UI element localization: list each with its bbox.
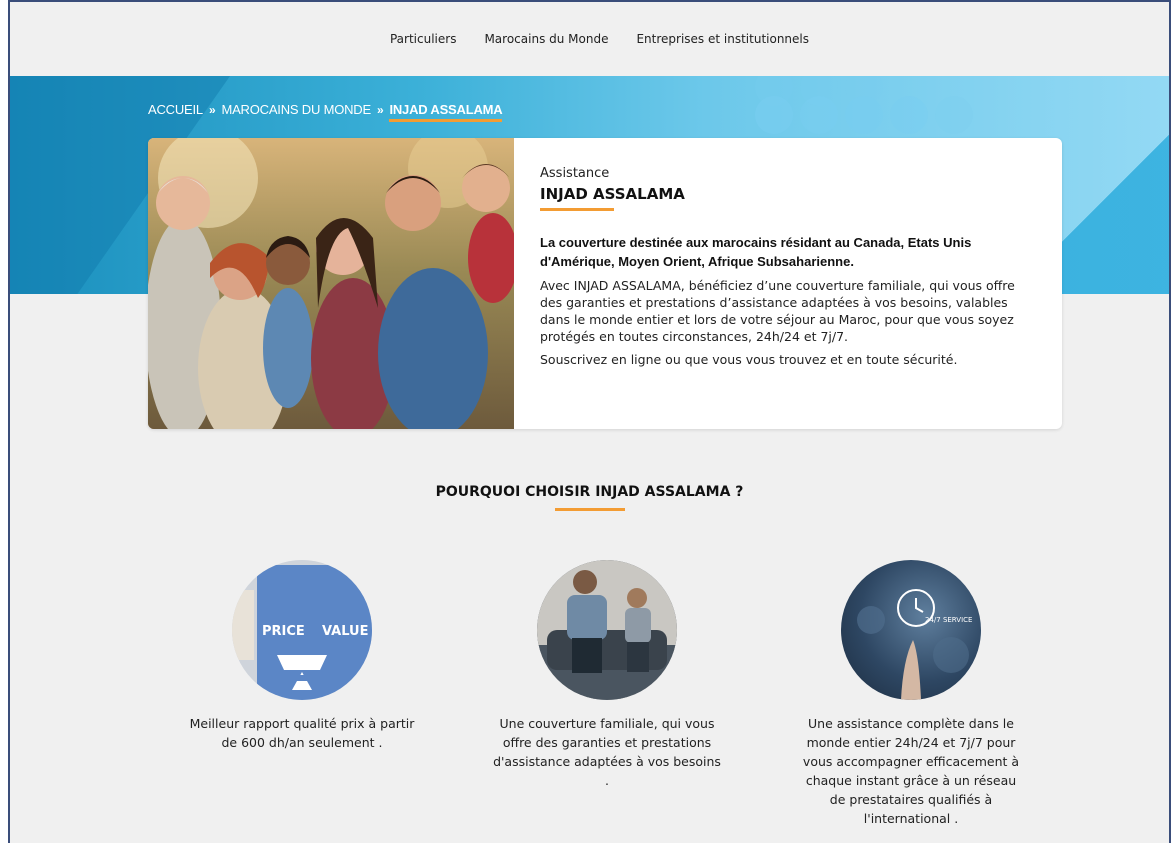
product-lead: La couverture destinée aux marocains rés… xyxy=(540,235,972,269)
nav-particuliers[interactable]: Particuliers xyxy=(390,32,456,46)
page-frame: Particuliers Marocains du Monde Entrepri… xyxy=(8,0,1171,843)
feature-text: Meilleur rapport qualité prix à partir d… xyxy=(189,716,415,750)
breadcrumb-current: INJAD ASSALAMA xyxy=(389,102,503,122)
family-photo-icon xyxy=(537,560,677,700)
breadcrumb-marocains-du-monde[interactable]: MAROCAINS DU MONDE xyxy=(221,102,371,117)
breadcrumb-separator: » xyxy=(208,102,216,117)
nav-entreprises[interactable]: Entreprises et institutionnels xyxy=(636,32,809,46)
feature-text: Une couverture familiale, qui vous offre… xyxy=(493,716,721,788)
product-paragraph-subscribe: Souscrivez en ligne ou que vous vous tro… xyxy=(540,352,958,367)
feature-price: PRICE VALUE Meilleur rapport qualité pri… xyxy=(182,560,422,752)
decor-dot xyxy=(890,96,928,134)
section-title: POURQUOI CHOISIR INJAD ASSALAMA ? xyxy=(10,484,1169,511)
product-paragraph: Avec INJAD ASSALAMA, bénéficiez d’une co… xyxy=(540,278,1015,344)
decor-dot xyxy=(800,96,838,134)
banner-decoration-right xyxy=(1059,76,1169,294)
feature-service: 24/7 SERVICE Une assistance complète dan… xyxy=(791,560,1031,828)
product-category: Assistance xyxy=(540,166,610,181)
feature-text: Une assistance complète dans le monde en… xyxy=(802,716,1020,826)
family-photo xyxy=(148,138,514,429)
product-description: Assistance INJAD ASSALAMA La couverture … xyxy=(514,138,1062,429)
service-24-7-icon: 24/7 SERVICE xyxy=(841,560,981,700)
price-text: PRICE xyxy=(262,624,305,639)
breadcrumb: ACCUEIL » MAROCAINS DU MONDE » INJAD ASS… xyxy=(148,102,503,122)
value-text: VALUE xyxy=(322,624,369,639)
decor-dot xyxy=(935,96,973,134)
top-navigation: Particuliers Marocains du Monde Entrepri… xyxy=(10,2,1169,76)
feature-family: Une couverture familiale, qui vous offre… xyxy=(487,560,727,790)
product-card: Assistance INJAD ASSALAMA La couverture … xyxy=(148,138,1062,429)
decor-dot xyxy=(845,96,883,134)
decor-dot xyxy=(755,96,793,134)
why-title: POURQUOI CHOISIR INJAD ASSALAMA ? xyxy=(435,484,744,500)
family-illustration xyxy=(148,138,514,429)
breadcrumb-accueil[interactable]: ACCUEIL xyxy=(148,102,203,117)
service-text: 24/7 SERVICE xyxy=(925,616,972,624)
product-title: INJAD ASSALAMA xyxy=(540,185,685,211)
breadcrumb-separator: » xyxy=(376,102,384,117)
title-underline xyxy=(554,508,625,511)
nav-marocains-du-monde[interactable]: Marocains du Monde xyxy=(484,32,608,46)
price-value-scale-icon: PRICE VALUE xyxy=(232,560,372,700)
